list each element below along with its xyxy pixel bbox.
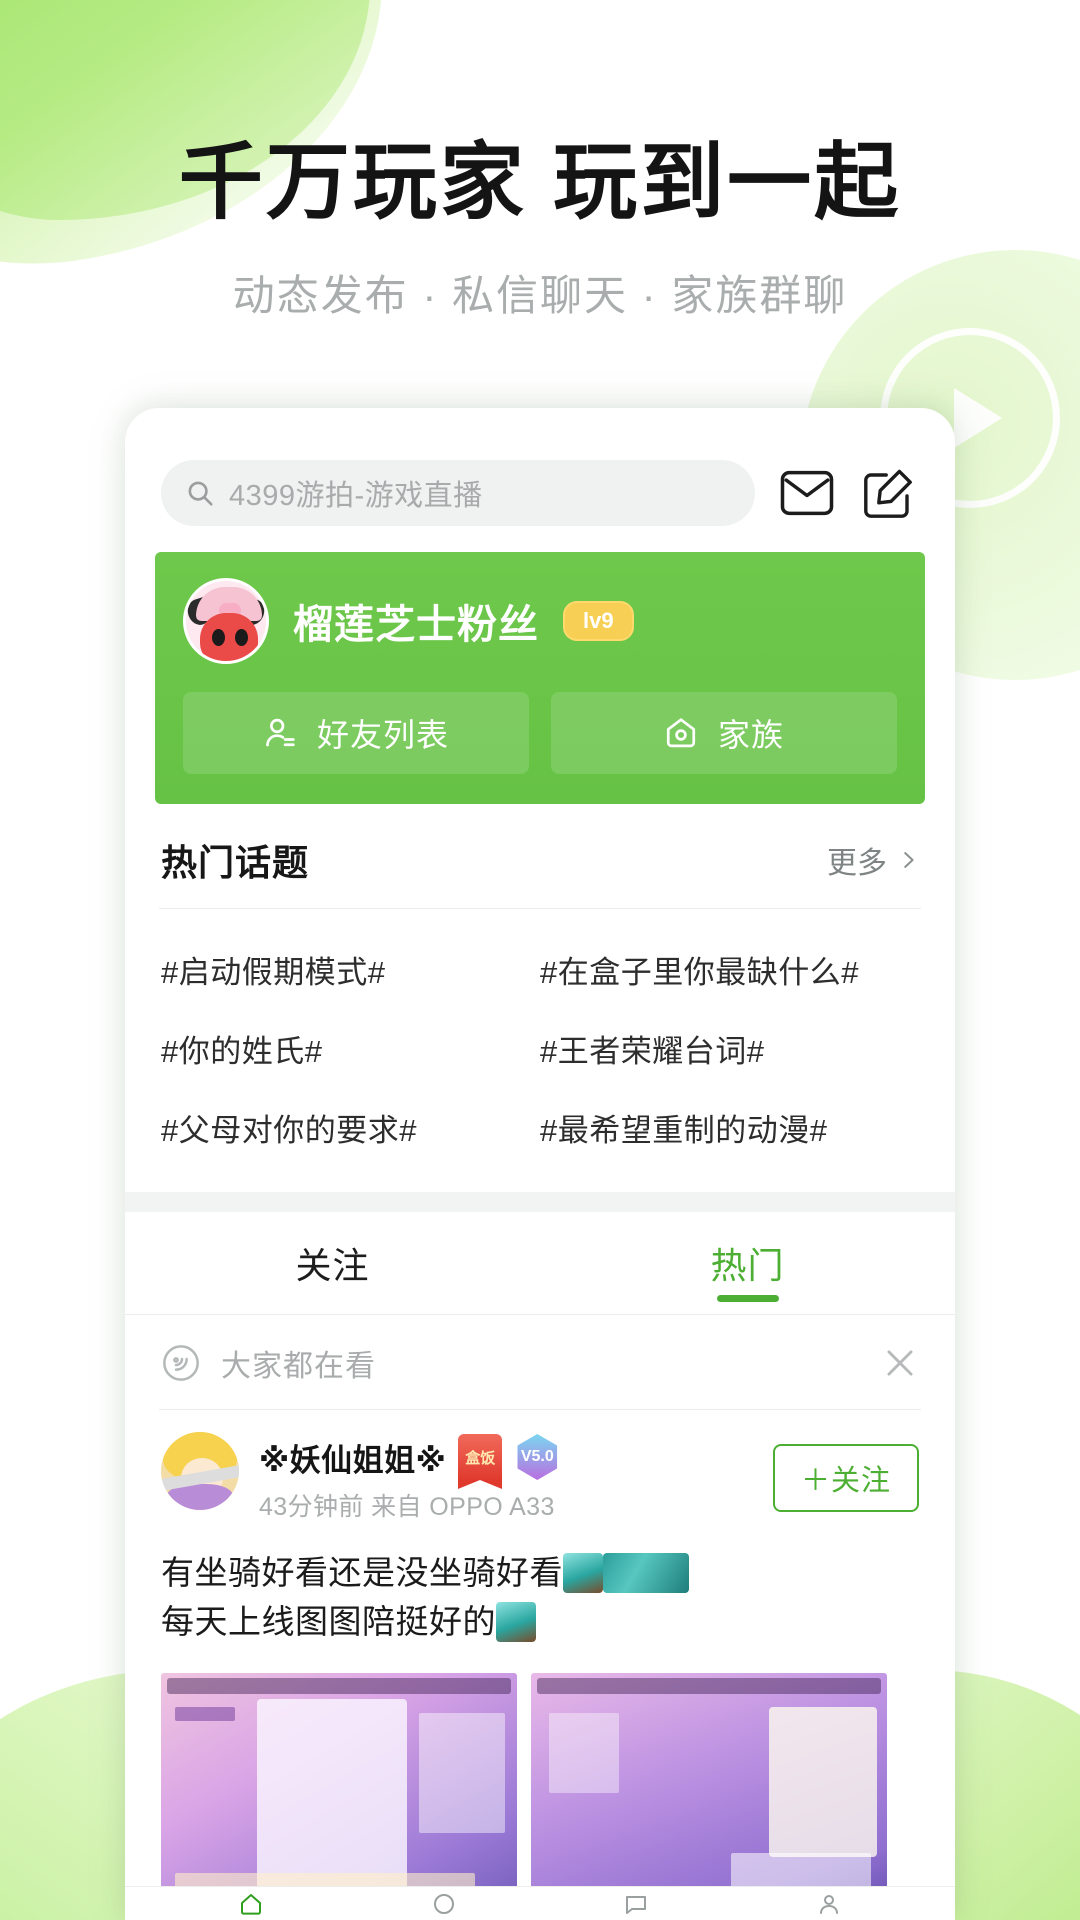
friend-list-label: 好友列表 bbox=[316, 717, 449, 753]
notice-bar: 大家都在看 bbox=[125, 1315, 955, 1409]
notice-text: 大家都在看 bbox=[221, 1350, 376, 1383]
screenshot-chip bbox=[549, 1712, 619, 1793]
profile-username: 榴莲芝士粉丝 bbox=[293, 603, 539, 647]
home-camera-icon bbox=[666, 718, 696, 748]
hefan-badge: 盒饭 bbox=[458, 1434, 503, 1489]
friend-list-button[interactable]: 好友列表 bbox=[183, 692, 529, 774]
post-image[interactable] bbox=[161, 1672, 517, 1920]
screenshot-chip bbox=[419, 1712, 505, 1833]
promo-subheadline: 动态发布 · 私信聊天 · 家族群聊 bbox=[232, 272, 848, 319]
wave-emoji-icon bbox=[603, 1553, 689, 1593]
topic-item[interactable]: #启动假期模式# bbox=[161, 947, 540, 992]
promo-page: 千万玩家 玩到一起 动态发布 · 私信聊天 · 家族群聊 4399游拍-游戏直播 bbox=[0, 0, 1080, 1920]
feed-post: ※妖仙姐姐※ 盒饭 V5.0 43分钟前 来自 OPPO A33 ＋关注 有坐骑… bbox=[125, 1410, 955, 1920]
avatar-eye-left bbox=[212, 629, 225, 646]
nav-discover-icon[interactable] bbox=[425, 1889, 463, 1919]
tab-active-underline bbox=[716, 1295, 779, 1302]
avatar[interactable] bbox=[183, 578, 269, 664]
profile-row[interactable]: 榴莲芝士粉丝 lv9 bbox=[183, 578, 897, 664]
elf-emoji-icon bbox=[496, 1601, 536, 1642]
feed-tabs: 关注 热门 bbox=[125, 1212, 955, 1314]
nav-message-icon[interactable] bbox=[617, 1889, 655, 1919]
tab-follow-label: 关注 bbox=[295, 1245, 370, 1286]
play-triangle-icon bbox=[954, 388, 1002, 448]
search-row: 4399游拍-游戏直播 bbox=[125, 408, 955, 526]
family-label: 家族 bbox=[717, 717, 784, 753]
compose-button[interactable] bbox=[859, 463, 919, 523]
level-badge: lv9 bbox=[563, 601, 634, 641]
topic-item[interactable]: #父母对你的要求# bbox=[161, 1105, 540, 1150]
topic-item[interactable]: #最希望重制的动漫# bbox=[540, 1105, 919, 1150]
messages-button[interactable] bbox=[777, 463, 837, 523]
post-author-row: ※妖仙姐姐※ 盒饭 V5.0 bbox=[259, 1434, 753, 1489]
hot-topics-more-label: 更多 bbox=[827, 847, 887, 880]
post-timestamp: 43分钟前 来自 OPPO A33 bbox=[259, 1493, 555, 1521]
screenshot-topbar bbox=[167, 1677, 511, 1694]
avatar-face bbox=[200, 613, 258, 661]
elf-emoji-icon bbox=[563, 1553, 603, 1593]
topic-item[interactable]: #王者荣耀台词# bbox=[540, 1026, 919, 1071]
tab-hot-label: 热门 bbox=[710, 1245, 785, 1286]
hot-topics-title: 热门话题 bbox=[161, 842, 310, 883]
bottom-nav bbox=[125, 1886, 955, 1920]
hot-topics-grid: #启动假期模式# #在盒子里你最缺什么# #你的姓氏# #王者荣耀台词# #父母… bbox=[125, 909, 955, 1188]
post-author-name[interactable]: ※妖仙姐姐※ bbox=[259, 1435, 446, 1480]
post-text-line1: 有坐骑好看还是没坐骑好看 bbox=[161, 1554, 563, 1591]
section-spacer bbox=[125, 1192, 955, 1212]
close-icon[interactable] bbox=[881, 1344, 919, 1382]
post-author-avatar[interactable] bbox=[161, 1432, 239, 1510]
tab-follow[interactable]: 关注 bbox=[125, 1212, 540, 1314]
family-button[interactable]: 家族 bbox=[551, 692, 897, 774]
chevron-right-icon bbox=[904, 852, 914, 868]
phone-preview-card: 4399游拍-游戏直播 榴莲芝士粉丝 lv9 好友列表 家族 热门话题 更多 #… bbox=[125, 408, 955, 1920]
hot-topics-more-button[interactable]: 更多 bbox=[827, 838, 919, 882]
topic-item[interactable]: #在盒子里你最缺什么# bbox=[540, 947, 919, 992]
post-images bbox=[161, 1672, 919, 1920]
search-placeholder: 4399游拍-游戏直播 bbox=[229, 480, 483, 512]
broadcast-icon bbox=[163, 1345, 199, 1381]
post-text: 有坐骑好看还是没坐骑好看 每天上线图图陪挺好的 bbox=[161, 1549, 919, 1647]
post-author-meta: ※妖仙姐姐※ 盒饭 V5.0 43分钟前 来自 OPPO A33 bbox=[259, 1432, 753, 1523]
hot-topics-header: 热门话题 更多 bbox=[125, 804, 955, 908]
post-header: ※妖仙姐姐※ 盒饭 V5.0 43分钟前 来自 OPPO A33 ＋关注 bbox=[161, 1432, 919, 1523]
avatar-eye-right bbox=[235, 629, 248, 646]
profile-actions: 好友列表 家族 bbox=[183, 692, 897, 774]
profile-header: 榴莲芝士粉丝 lv9 好友列表 家族 bbox=[155, 552, 925, 804]
promo-headline: 千万玩家 玩到一起 bbox=[178, 135, 902, 229]
search-input[interactable]: 4399游拍-游戏直播 bbox=[161, 460, 755, 526]
envelope-icon bbox=[780, 470, 834, 516]
search-icon bbox=[188, 481, 213, 506]
follow-button[interactable]: ＋关注 bbox=[772, 1443, 919, 1512]
nav-home-icon[interactable] bbox=[232, 1889, 270, 1919]
screenshot-panel bbox=[257, 1698, 407, 1889]
screenshot-chip bbox=[175, 1706, 235, 1721]
screenshot-panel bbox=[769, 1706, 877, 1857]
nav-profile-icon[interactable] bbox=[810, 1889, 848, 1919]
post-image[interactable] bbox=[531, 1672, 887, 1920]
topic-item[interactable]: #你的姓氏# bbox=[161, 1026, 540, 1071]
compose-icon bbox=[864, 469, 912, 518]
v5-badge: V5.0 bbox=[517, 1434, 558, 1480]
tab-hot[interactable]: 热门 bbox=[540, 1212, 955, 1314]
screenshot-topbar bbox=[537, 1677, 881, 1694]
post-text-line2: 每天上线图图陪挺好的 bbox=[161, 1602, 496, 1640]
person-icon bbox=[266, 718, 295, 747]
